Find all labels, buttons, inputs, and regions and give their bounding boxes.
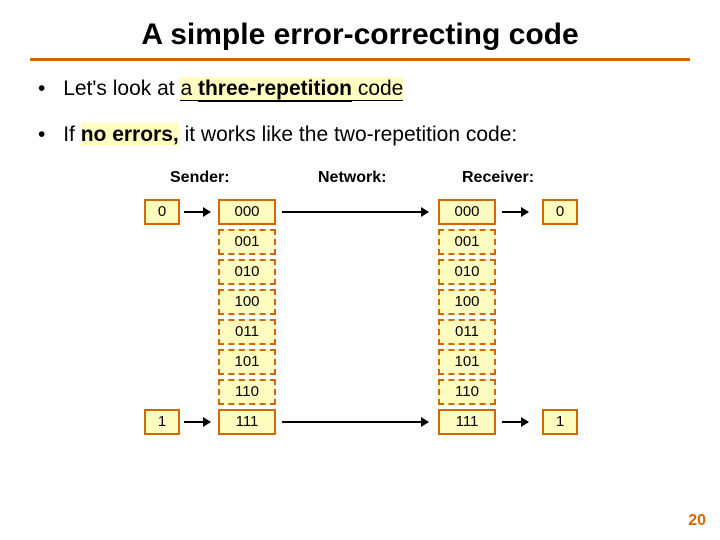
- code-right-4: 011: [438, 319, 496, 345]
- diagram: Sender: Network: Receiver: 0 1 0 1 000 0…: [100, 169, 620, 479]
- header-network: Network:: [318, 169, 386, 187]
- code-left-5: 101: [218, 349, 276, 375]
- arrow-network-top: [282, 211, 428, 213]
- code-left-4: 011: [218, 319, 276, 345]
- arrow-sender-bot: [184, 421, 210, 423]
- receiver-bit-0: 0: [542, 199, 578, 225]
- header-sender: Sender:: [170, 169, 230, 187]
- code-right-7: 111: [438, 409, 496, 435]
- code-left-3: 100: [218, 289, 276, 315]
- code-right-3: 100: [438, 289, 496, 315]
- arrow-network-bot: [282, 421, 428, 423]
- page-number: 20: [688, 512, 706, 530]
- bullet-1: Let's look at a three-repetition code: [38, 77, 690, 101]
- sender-bit-0: 0: [144, 199, 180, 225]
- code-right-2: 010: [438, 259, 496, 285]
- arrow-receiver-bot: [502, 421, 528, 423]
- code-right-5: 101: [438, 349, 496, 375]
- bullet-2: If no errors, it works like the two-repe…: [38, 123, 690, 147]
- code-right-1: 001: [438, 229, 496, 255]
- code-right-6: 110: [438, 379, 496, 405]
- codes-right-col: 000 001 010 100 011 101 110 111: [438, 199, 496, 439]
- code-left-7: 111: [218, 409, 276, 435]
- sender-bit-1: 1: [144, 409, 180, 435]
- code-left-0: 000: [218, 199, 276, 225]
- arrow-sender-top: [184, 211, 210, 213]
- header-receiver: Receiver:: [462, 169, 534, 187]
- slide-title: A simple error-correcting code: [30, 18, 690, 52]
- code-left-1: 001: [218, 229, 276, 255]
- code-right-0: 000: [438, 199, 496, 225]
- code-left-2: 010: [218, 259, 276, 285]
- code-left-6: 110: [218, 379, 276, 405]
- codes-left-col: 000 001 010 100 011 101 110 111: [218, 199, 276, 439]
- arrow-receiver-top: [502, 211, 528, 213]
- receiver-bit-1: 1: [542, 409, 578, 435]
- title-rule: [30, 58, 690, 61]
